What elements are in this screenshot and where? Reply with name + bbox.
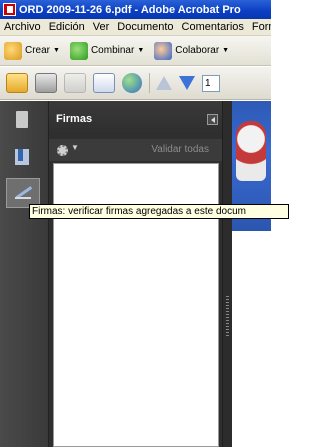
toolbar-separator [149,73,150,93]
signatures-panel: Firmas ▼ Validar todas [48,101,223,447]
menu-bar: Archivo Edición Ver Documento Comentario… [0,19,271,36]
combine-files-icon [69,41,88,60]
collaborate-icon [154,41,173,60]
combinar-label: Combinar [90,45,135,56]
tasks-toolbar: Crear ▼ Combinar ▼ Colaborar ▼ [0,36,271,66]
menu-comentarios[interactable]: Comentarios [178,21,248,33]
email-icon[interactable] [93,73,115,93]
coat-of-arms-image [236,121,266,181]
menu-formularios[interactable]: Formu [248,21,271,33]
panel-splitter[interactable] [222,101,232,447]
chevron-down-icon[interactable]: ▼ [71,143,79,152]
colaborar-label: Colaborar [175,45,220,56]
collapse-panel-button[interactable] [207,114,218,125]
save-icon[interactable] [64,73,86,93]
panel-toolbar: ▼ Validar todas [49,139,223,161]
panel-header: Firmas [49,101,223,135]
chevron-down-icon: ▼ [222,47,230,54]
acrobat-app-icon [3,3,16,16]
web-icon[interactable] [122,73,142,93]
title-bar: ORD 2009-11-26 6.pdf - Adobe Acrobat Pro [0,0,271,19]
panel-title: Firmas [56,113,93,125]
chevron-down-icon: ▼ [137,47,145,54]
validate-all-button[interactable]: Validar todas [151,144,209,155]
bookmarks-panel-icon[interactable] [10,146,36,170]
open-folder-icon[interactable] [6,73,28,93]
navigation-pane [0,101,48,447]
menu-ver[interactable]: Ver [89,21,114,33]
previous-page-icon[interactable] [156,76,172,90]
menu-archivo[interactable]: Archivo [0,21,45,33]
combinar-button[interactable]: Combinar ▼ [69,41,145,60]
document-page [232,101,271,447]
colaborar-button[interactable]: Colaborar ▼ [154,41,230,60]
page-number-input[interactable] [202,74,220,92]
options-gear-icon[interactable] [57,145,68,156]
file-toolbar [0,67,271,100]
document-view[interactable] [232,101,271,447]
signatures-tooltip: Firmas: verificar firmas agregadas a est… [29,204,289,219]
create-pdf-icon [4,41,22,60]
crear-label: Crear [25,45,51,56]
window-title: ORD 2009-11-26 6.pdf - Adobe Acrobat Pro [19,3,241,16]
splitter-grip-icon [226,296,229,336]
chevron-down-icon: ▼ [53,47,60,54]
menu-documento[interactable]: Documento [113,21,177,33]
print-icon[interactable] [35,73,57,93]
crear-button[interactable]: Crear ▼ [4,41,60,60]
next-page-icon[interactable] [179,76,195,90]
pages-panel-icon[interactable] [10,109,36,133]
menu-edicion[interactable]: Edición [45,21,89,33]
